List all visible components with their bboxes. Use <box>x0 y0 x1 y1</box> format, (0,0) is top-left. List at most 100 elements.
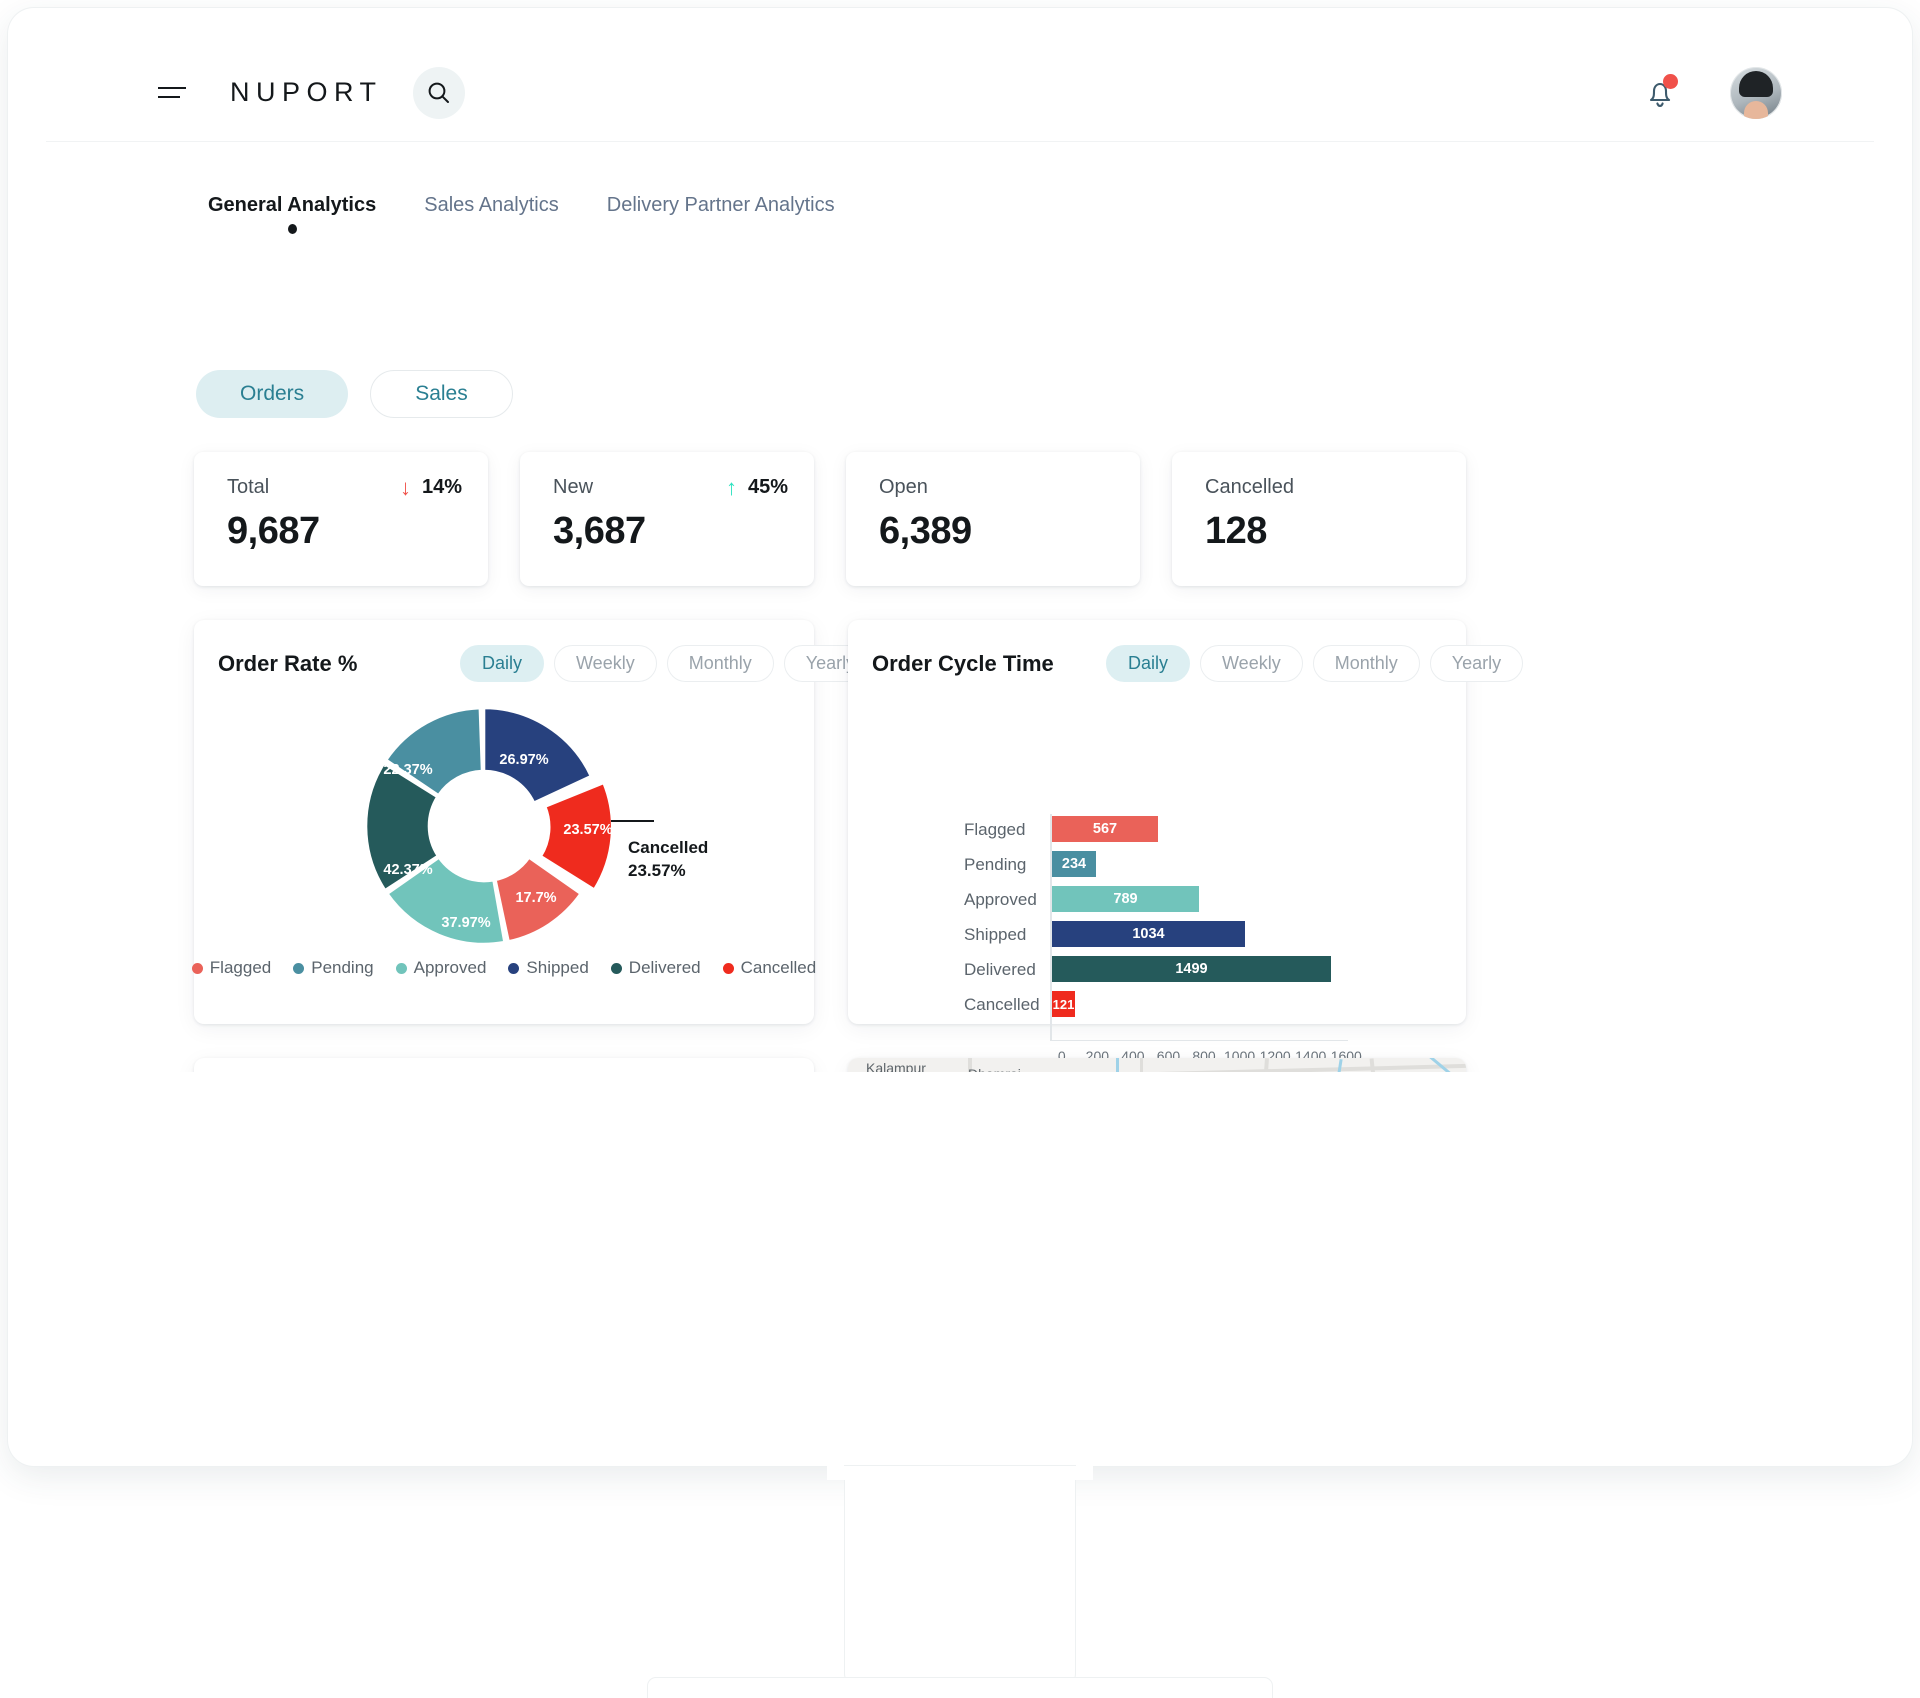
seg-yearly[interactable]: Yearly <box>1430 645 1523 682</box>
bar-approved[interactable]: 789 <box>1052 886 1199 912</box>
donut-legend: Flagged Pending Approved Shipped <box>194 958 814 978</box>
mode-pill-orders[interactable]: Orders <box>196 370 348 418</box>
seg-weekly[interactable]: Weekly <box>554 645 657 682</box>
bar-cancelled[interactable]: 121 <box>1052 991 1075 1017</box>
legend-label: Delivered <box>629 958 701 978</box>
arrow-up-icon: ↑ <box>726 477 737 499</box>
map-canvas[interactable]: Kalampur কালামপুর Dhamrai ধামরাই Ashulia… <box>848 1058 1466 1072</box>
lead-time-panel: Lead Time Daily Weekly Monthly 0.05 hour… <box>194 1058 814 1072</box>
legend-label: Approved <box>414 958 487 978</box>
stat-value: 6,389 <box>879 510 972 553</box>
bar-value: 121 <box>1053 997 1075 1012</box>
bar-flagged[interactable]: 567 <box>1052 816 1158 842</box>
tab-label: General Analytics <box>208 194 376 216</box>
mode-toggle: Orders Sales <box>196 370 513 418</box>
arrow-down-icon: ↓ <box>400 477 411 499</box>
donut-label-delivered: 42.37% <box>383 862 432 878</box>
monitor-frame: NUPORT <box>8 8 1912 1466</box>
bar-pending[interactable]: 234 <box>1052 851 1096 877</box>
legend-label: Flagged <box>210 958 271 978</box>
legend-item-shipped[interactable]: Shipped <box>508 958 588 978</box>
monitor-stand-neck <box>845 1466 1075 1684</box>
legend-item-flagged[interactable]: Flagged <box>192 958 271 978</box>
bell-icon[interactable] <box>1644 76 1676 110</box>
tab-label: Delivery Partner Analytics <box>607 194 835 216</box>
callout-name: Cancelled <box>628 837 708 860</box>
legend-label: Cancelled <box>741 958 817 978</box>
top-bar-actions <box>1644 67 1782 119</box>
stat-card-new[interactable]: New ↑ 45% 3,687 <box>520 452 814 586</box>
brand-logo: NUPORT <box>230 77 383 108</box>
tab-sales-analytics[interactable]: Sales Analytics <box>424 194 607 217</box>
order-cycle-time-panel: Order Cycle Time Daily Weekly Monthly Ye… <box>848 620 1466 1024</box>
legend-item-delivered[interactable]: Delivered <box>611 958 701 978</box>
order-rate-range-segments: Daily Weekly Monthly Yearly <box>460 645 877 682</box>
order-rate-donut-chart: 26.97% 23.57% 17.7% 37.97% 42.37% 22.37%… <box>194 690 814 940</box>
legend-dot-delivered <box>611 963 622 974</box>
stat-card-open[interactable]: Open 6,389 <box>846 452 1140 586</box>
donut-label-pending: 22.37% <box>383 762 432 778</box>
donut-label-approved: 37.97% <box>441 915 490 931</box>
legend-dot-cancelled <box>723 963 734 974</box>
stat-card-total[interactable]: Total ↓ 14% 9,687 <box>194 452 488 586</box>
legend-dot-shipped <box>508 963 519 974</box>
avatar[interactable] <box>1730 67 1782 119</box>
stat-delta: ↑ 45% <box>726 476 788 499</box>
bar-shipped[interactable]: 1034 <box>1052 921 1245 947</box>
legend-dot-approved <box>396 963 407 974</box>
analytics-tabs: General Analytics Sales Analytics Delive… <box>208 194 883 217</box>
bar-value: 1034 <box>1132 926 1164 942</box>
stat-delta: ↓ 14% <box>400 476 462 499</box>
order-cycle-bar-chart: Flagged 567 Pending 234 Approved 789 <box>848 712 1466 982</box>
screen: NUPORT <box>46 44 1874 1072</box>
callout-value: 23.57% <box>628 860 708 883</box>
tab-delivery-partner-analytics[interactable]: Delivery Partner Analytics <box>607 194 883 217</box>
donut-callout: Cancelled 23.57% <box>628 837 708 883</box>
legend-item-cancelled[interactable]: Cancelled <box>723 958 817 978</box>
bar-cat-cancelled: Cancelled <box>964 995 1104 1015</box>
delivery-map-panel[interactable]: Kalampur কালামপুর Dhamrai ধামরাই Ashulia… <box>848 1058 1466 1072</box>
seg-daily[interactable]: Daily <box>1106 645 1190 682</box>
notification-badge <box>1663 74 1678 89</box>
search-icon[interactable] <box>413 67 465 119</box>
seg-weekly[interactable]: Weekly <box>1200 645 1303 682</box>
search-glyph <box>426 80 452 106</box>
donut-label-flagged: 17.7% <box>515 890 556 906</box>
top-bar: NUPORT <box>46 44 1874 142</box>
bar-value: 234 <box>1062 856 1086 872</box>
stat-cards: Total ↓ 14% 9,687 New ↑ 45% 3,687 <box>194 452 1466 586</box>
seg-daily[interactable]: Daily <box>460 645 544 682</box>
hamburger-icon[interactable] <box>158 83 186 103</box>
bar-baseline <box>1050 1040 1348 1041</box>
legend-label: Shipped <box>526 958 588 978</box>
legend-item-approved[interactable]: Approved <box>396 958 487 978</box>
seg-monthly[interactable]: Monthly <box>667 645 774 682</box>
legend-item-pending[interactable]: Pending <box>293 958 373 978</box>
stat-value: 9,687 <box>227 510 320 553</box>
monitor-stand-base <box>648 1678 1272 1698</box>
order-rate-panel: Order Rate % Daily Weekly Monthly Yearly <box>194 620 814 1024</box>
tab-general-analytics[interactable]: General Analytics <box>208 194 424 217</box>
legend-dot-flagged <box>192 963 203 974</box>
stat-delta-value: 14% <box>422 476 462 499</box>
stat-label: Open <box>879 476 1110 499</box>
tab-active-dot <box>288 224 297 234</box>
mode-pill-sales[interactable]: Sales <box>370 370 513 418</box>
map-label: Dhamrai <box>968 1066 1021 1072</box>
bar-value: 567 <box>1093 821 1117 837</box>
stat-value: 128 <box>1205 510 1267 553</box>
stat-card-cancelled[interactable]: Cancelled 128 <box>1172 452 1466 586</box>
cycle-range-segments: Daily Weekly Monthly Yearly <box>1106 645 1523 682</box>
donut-label-shipped: 26.97% <box>499 752 548 768</box>
map-label: Kalampur <box>866 1060 926 1072</box>
bar-value: 789 <box>1113 891 1137 907</box>
bar-value: 1499 <box>1175 961 1207 977</box>
legend-dot-pending <box>293 963 304 974</box>
seg-monthly[interactable]: Monthly <box>1313 645 1420 682</box>
page-content: General Analytics Sales Analytics Delive… <box>46 142 1874 1072</box>
bar-delivered[interactable]: 1499 <box>1052 956 1331 982</box>
stat-value: 3,687 <box>553 510 646 553</box>
panel-title: Order Rate % <box>218 651 357 677</box>
stat-delta-value: 45% <box>748 476 788 499</box>
donut-label-cancelled: 23.57% <box>563 822 612 838</box>
